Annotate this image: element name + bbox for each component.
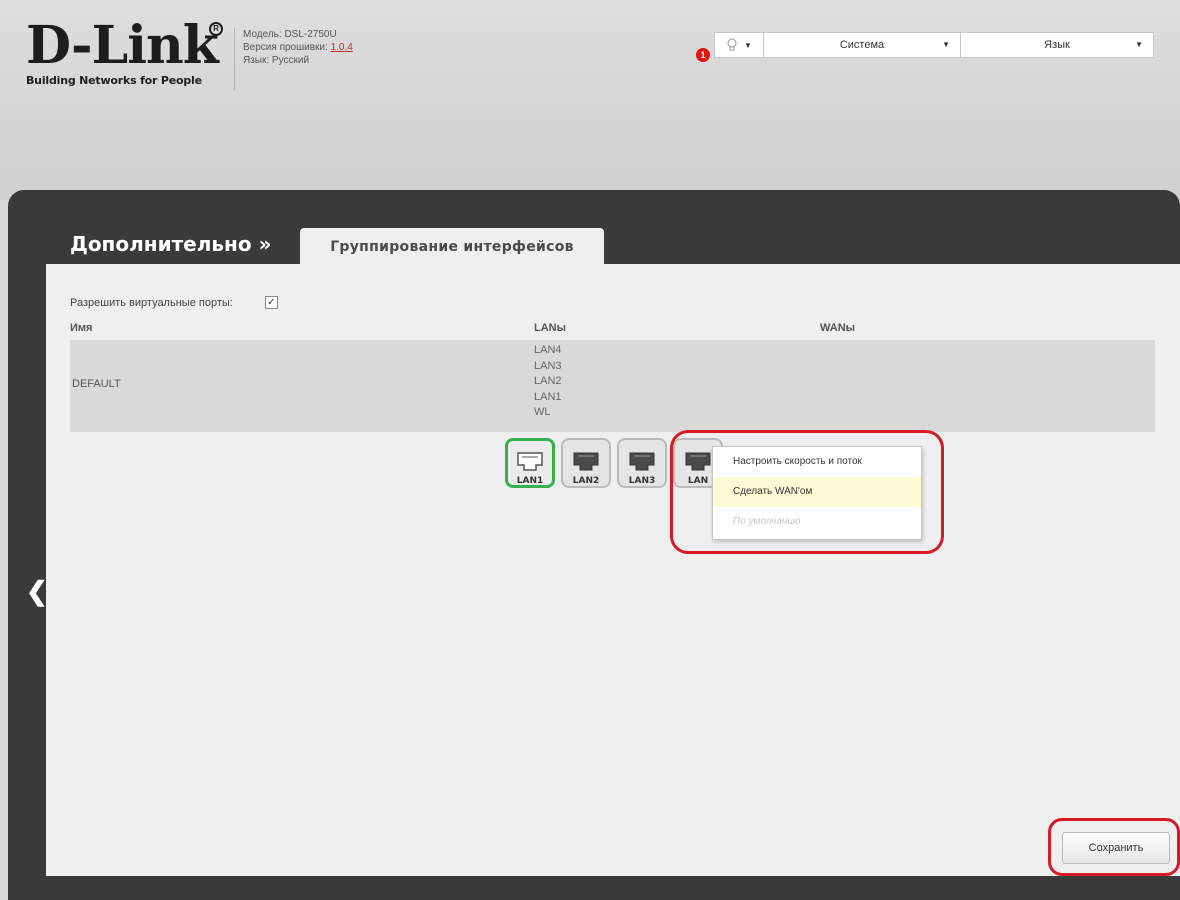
header: D-Link R Building Networks for People Мо… xyxy=(0,0,1180,200)
chevron-down-icon: ▼ xyxy=(744,40,752,50)
lan-entry: LAN3 xyxy=(534,359,562,372)
notification-badge[interactable]: 1 xyxy=(696,48,710,62)
port-label: LAN1 xyxy=(516,476,544,486)
device-language: Язык: Русский xyxy=(243,55,310,66)
port-lan3[interactable]: LAN3 xyxy=(616,438,668,488)
logo-tagline: Building Networks for People xyxy=(26,74,202,87)
column-header-lans: LANы xyxy=(534,322,567,334)
firmware-version-link[interactable]: 1.0.4 xyxy=(331,42,353,53)
language-dropdown[interactable]: Язык ▼ xyxy=(961,32,1154,58)
virtual-ports-row: Разрешить виртуальные порты: ✓ xyxy=(70,296,278,309)
lightbulb-icon xyxy=(727,38,737,51)
save-button[interactable]: Сохранить xyxy=(1062,832,1170,864)
back-arrow-icon[interactable]: ❮ xyxy=(26,576,48,607)
dlink-logo: D-Link R Building Networks for People xyxy=(26,15,223,87)
system-menu-label: Система xyxy=(839,39,885,51)
device-model: Модель: DSL-2750U xyxy=(243,29,337,40)
column-header-wans: WANы xyxy=(820,322,856,334)
lan-entry: LAN1 xyxy=(534,390,562,403)
row-lans-cell: LAN4 LAN3 LAN2 LAN1 WL xyxy=(534,343,562,421)
virtual-ports-label: Разрешить виртуальные порты: xyxy=(70,296,233,309)
chevron-down-icon: ▼ xyxy=(1135,40,1143,49)
port-lan2[interactable]: LAN2 xyxy=(560,438,612,488)
registered-mark: R xyxy=(209,22,223,36)
lan-entry: WL xyxy=(534,406,551,418)
firmware-label: Версия прошивки: xyxy=(243,42,331,53)
port-label: LAN3 xyxy=(628,476,656,486)
chevron-down-icon: ▼ xyxy=(942,40,950,49)
port-label: LAN2 xyxy=(572,476,600,486)
lan-entry: LAN2 xyxy=(534,375,562,387)
virtual-ports-checkbox[interactable]: ✓ xyxy=(264,296,278,309)
firmware-line: Версия прошивки: 1.0.4 xyxy=(243,41,353,54)
device-info: Модель: DSL-2750U Версия прошивки: 1.0.4… xyxy=(234,28,353,90)
language-menu-label: Язык xyxy=(1044,39,1070,51)
system-menu-dropdown[interactable]: Система ▼ xyxy=(764,32,961,58)
lan-entry: LAN4 xyxy=(534,344,562,356)
port-lan1[interactable]: LAN1 xyxy=(504,438,556,488)
row-name-cell: DEFAULT xyxy=(72,378,121,390)
annotation-ring-menu xyxy=(670,430,944,554)
logo-wordmark: D-Link xyxy=(26,15,219,76)
breadcrumb-section[interactable]: Дополнительно » xyxy=(70,232,271,256)
column-header-name: Имя xyxy=(70,322,93,334)
top-toolbar: 1 ▼ Система ▼ Язык ▼ xyxy=(696,32,1154,62)
table-row[interactable] xyxy=(70,340,1155,432)
page-title-tab: Группирование интерфейсов xyxy=(300,228,604,266)
notifications-dropdown[interactable]: ▼ xyxy=(714,32,764,58)
